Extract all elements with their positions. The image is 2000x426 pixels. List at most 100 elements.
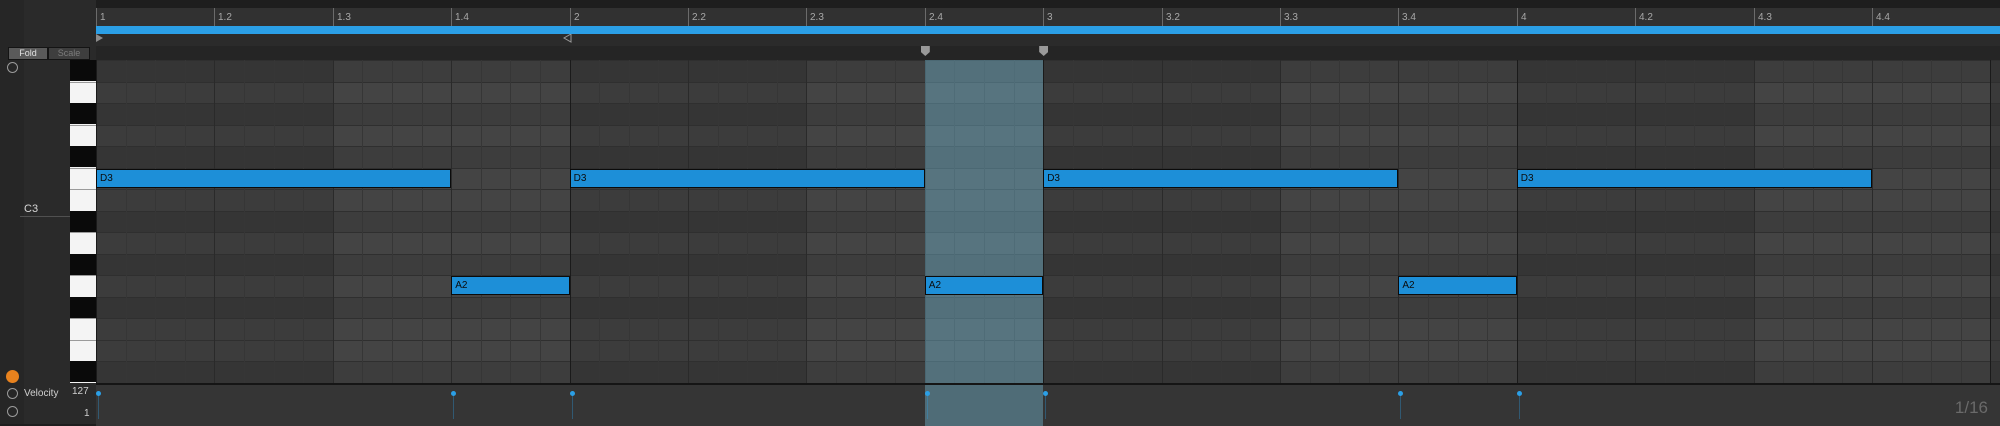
ruler-tick xyxy=(1517,8,1518,26)
black-key-row xyxy=(96,253,2000,275)
grid-line xyxy=(392,60,393,383)
ruler-label: 1.2 xyxy=(218,12,232,23)
midi-note[interactable]: D3 xyxy=(96,169,452,188)
velocity-stem xyxy=(1518,393,1520,419)
black-key[interactable] xyxy=(70,146,96,167)
black-key-row xyxy=(96,103,2000,125)
midi-note[interactable]: A2 xyxy=(924,276,1044,295)
velocity-stem xyxy=(1400,393,1402,419)
grid-line xyxy=(1428,60,1429,383)
grid-line xyxy=(1487,60,1488,383)
fold-button[interactable]: Fold xyxy=(8,47,48,60)
midi-note[interactable]: D3 xyxy=(1516,169,1872,188)
ruler-tick xyxy=(688,8,689,26)
grid-line xyxy=(1339,60,1340,383)
midi-note[interactable]: A2 xyxy=(451,276,570,295)
ruler-tick xyxy=(214,8,215,26)
velocity-handle[interactable] xyxy=(451,391,457,396)
black-key[interactable] xyxy=(70,361,96,382)
grid-line xyxy=(895,60,896,383)
velocity-min-label: 1 xyxy=(84,408,90,419)
pitch-row-line xyxy=(96,297,2000,298)
grid-line xyxy=(1872,60,1873,383)
scale-button[interactable]: Scale xyxy=(48,47,90,60)
ruler-tick xyxy=(1398,8,1399,26)
black-key-row xyxy=(96,296,2000,318)
time-selection[interactable] xyxy=(924,60,1044,383)
ruler-tick xyxy=(1043,8,1044,26)
ruler-label: 4.3 xyxy=(1758,12,1772,23)
velocity-lane[interactable] xyxy=(96,383,2000,426)
grid-line xyxy=(836,60,837,383)
selection-end-marker[interactable] xyxy=(1039,46,1049,56)
grid-line xyxy=(658,60,659,383)
selection-marker-strip xyxy=(96,46,2000,60)
back-icon[interactable] xyxy=(7,388,18,399)
ruler-tick xyxy=(1872,8,1873,26)
key-separator xyxy=(70,340,96,341)
key-separator xyxy=(70,168,96,169)
velocity-handle[interactable] xyxy=(1516,391,1522,396)
grid-line xyxy=(718,60,719,383)
grid-line xyxy=(1724,60,1725,383)
loop-region[interactable] xyxy=(96,26,2000,34)
black-key[interactable] xyxy=(70,60,96,81)
note-label: A2 xyxy=(1402,280,1415,291)
pitch-row-line xyxy=(96,60,2000,61)
velocity-handle[interactable] xyxy=(1398,391,1404,396)
marker-strip[interactable] xyxy=(96,34,2000,46)
velocity-selection-shade xyxy=(924,385,1044,426)
selection-start-marker[interactable] xyxy=(920,46,930,56)
grid-line xyxy=(1694,60,1695,383)
grid-line xyxy=(1813,60,1814,383)
grid-line xyxy=(1517,60,1518,383)
ruler-label: 1.4 xyxy=(455,12,469,23)
midi-note[interactable]: D3 xyxy=(569,169,925,188)
grid-line xyxy=(333,60,334,383)
grid-line xyxy=(1221,60,1222,383)
black-key[interactable] xyxy=(70,254,96,275)
velocity-handle[interactable] xyxy=(96,391,101,396)
key-separator xyxy=(70,275,96,276)
grid-line xyxy=(1606,60,1607,383)
loop-bar[interactable] xyxy=(96,26,2000,34)
pitch-row-line xyxy=(96,189,2000,190)
ruler-tick xyxy=(96,8,97,26)
black-key[interactable] xyxy=(70,103,96,124)
grid-line xyxy=(1665,60,1666,383)
pitch-row-line xyxy=(96,82,2000,83)
loop-start-icon[interactable] xyxy=(96,34,103,42)
midi-note[interactable]: D3 xyxy=(1043,169,1399,188)
grid-line xyxy=(747,60,748,383)
grid-line xyxy=(1458,60,1459,383)
grid-line xyxy=(540,60,541,383)
black-key-row xyxy=(96,60,2000,82)
grid-line xyxy=(1398,60,1399,383)
velocity-handle[interactable] xyxy=(1043,391,1049,396)
grid-line xyxy=(510,60,511,383)
quantization-display: 1/16 xyxy=(1954,398,1988,417)
grid-line xyxy=(481,60,482,383)
black-key[interactable] xyxy=(70,211,96,232)
play-icon[interactable] xyxy=(7,406,18,417)
grid-line xyxy=(1990,60,1991,383)
note-grid[interactable]: D3 D3 D3 D3 A2 A2 A2 xyxy=(96,60,2000,383)
key-separator xyxy=(70,125,96,126)
grid-line xyxy=(1369,60,1370,383)
add-lane-icon[interactable] xyxy=(7,62,18,73)
grid-line xyxy=(570,60,571,383)
grid-line xyxy=(1783,60,1784,383)
beat-ruler[interactable]: 1 1.2 1.3 1.4 2 2.2 2.3 2.4 3 3.2 3.3 3.4 4 4.2 4.3 4.4 xyxy=(96,8,2000,27)
velocity-handle[interactable] xyxy=(924,391,930,396)
black-key[interactable] xyxy=(70,297,96,318)
grid-line xyxy=(244,60,245,383)
loop-end-icon[interactable] xyxy=(562,34,572,43)
grid-line xyxy=(1546,60,1547,383)
piano-keyboard[interactable] xyxy=(70,60,96,383)
grid-line xyxy=(362,60,363,383)
record-icon[interactable] xyxy=(6,370,19,383)
grid-line xyxy=(777,60,778,383)
velocity-handle[interactable] xyxy=(569,391,575,396)
grid-line xyxy=(1902,60,1903,383)
midi-note[interactable]: A2 xyxy=(1398,276,1517,295)
